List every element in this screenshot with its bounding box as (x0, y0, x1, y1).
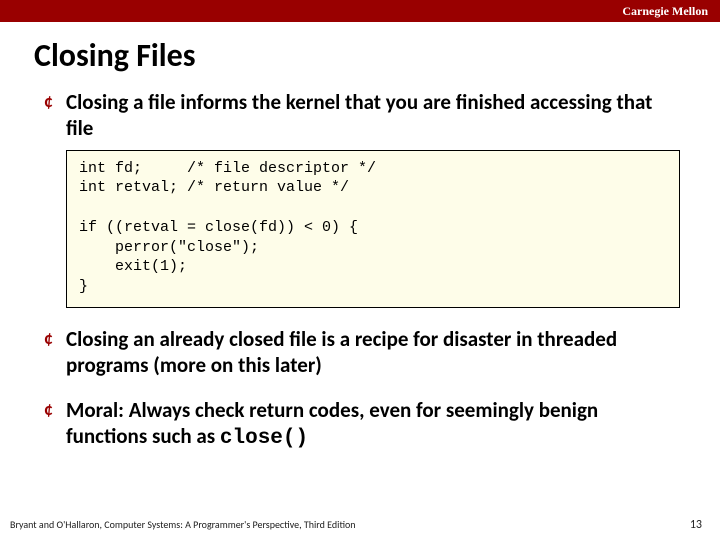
brand-label: Carnegie Mellon (622, 4, 708, 19)
bullet-icon: ¢ (44, 397, 66, 421)
bullet-text: Moral: Always check return codes, even f… (66, 397, 680, 453)
footer: Bryant and O'Hallaron, Computer Systems:… (0, 518, 720, 532)
slide-content: ¢ Closing a file informs the kernel that… (0, 83, 720, 540)
code-block: int fd; /* file descriptor */ int retval… (66, 150, 680, 309)
page-number: 13 (690, 518, 702, 532)
header-bar: Carnegie Mellon (0, 0, 720, 22)
footer-citation: Bryant and O'Hallaron, Computer Systems:… (10, 518, 356, 532)
bullet-item: ¢ Closing a file informs the kernel that… (44, 89, 680, 142)
slide: Carnegie Mellon Closing Files ¢ Closing … (0, 0, 720, 540)
bullet-icon: ¢ (44, 89, 66, 113)
slide-title: Closing Files (0, 22, 720, 83)
bullet-item: ¢ Closing an already closed file is a re… (44, 326, 680, 379)
inline-code: close() (220, 427, 308, 450)
bullet-item: ¢ Moral: Always check return codes, even… (44, 397, 680, 453)
bullet-icon: ¢ (44, 326, 66, 350)
bullet-text: Closing a file informs the kernel that y… (66, 89, 680, 142)
bullet-text-prefix: Moral: Always check return codes, even f… (66, 397, 598, 449)
bullet-text: Closing an already closed file is a reci… (66, 326, 680, 379)
